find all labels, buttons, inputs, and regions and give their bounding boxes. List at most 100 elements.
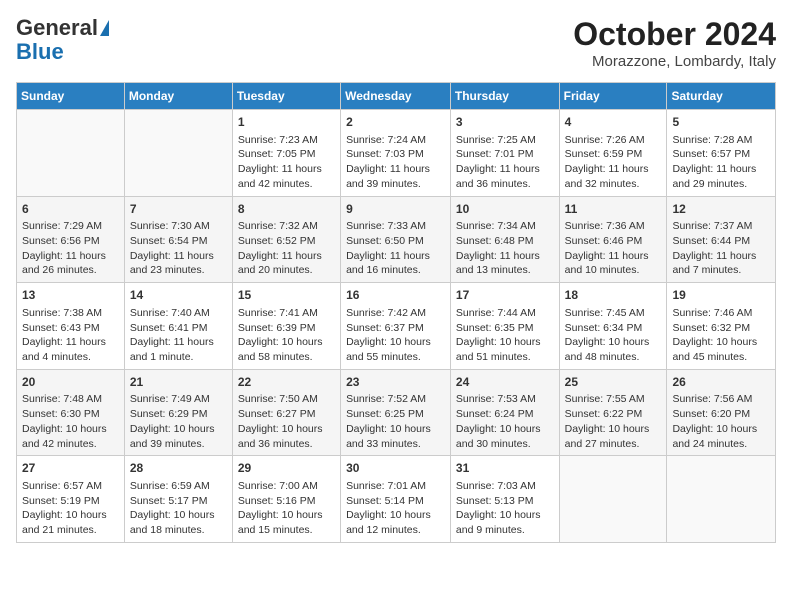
day-content: Sunset: 6:35 PM — [456, 321, 554, 336]
day-number: 28 — [130, 460, 227, 477]
day-number: 23 — [346, 374, 445, 391]
day-number: 21 — [130, 374, 227, 391]
calendar-cell: 19Sunrise: 7:46 AMSunset: 6:32 PMDayligh… — [667, 283, 776, 370]
day-content: Sunset: 6:46 PM — [565, 234, 662, 249]
day-content: Sunset: 5:14 PM — [346, 494, 445, 509]
weekday-header: Wednesday — [341, 83, 451, 110]
calendar-cell: 14Sunrise: 7:40 AMSunset: 6:41 PMDayligh… — [124, 283, 232, 370]
day-number: 13 — [22, 287, 119, 304]
calendar-cell: 13 Sunrise: 7:38 AMSunset: 6:43 PMDayligh… — [17, 283, 125, 370]
calendar-header-row: SundayMondayTuesdayWednesdayThursdayFrid… — [17, 83, 776, 110]
day-content: Daylight: 10 hours and 48 minutes. — [565, 335, 662, 364]
calendar-location: Morazzone, Lombardy, Italy — [573, 53, 776, 70]
day-number: 7 — [130, 201, 227, 218]
day-number: 15 — [238, 287, 335, 304]
day-number: 29 — [238, 460, 335, 477]
day-number: 3 — [456, 114, 554, 131]
day-content: Daylight: 10 hours and 15 minutes. — [238, 508, 335, 537]
day-content: Sunrise: 7:44 AM — [456, 306, 554, 321]
day-content: Sunrise: 7:28 AM — [672, 133, 770, 148]
calendar-cell: 15 Sunrise: 7:41 AMSunset: 6:39 PMDayligh… — [232, 283, 340, 370]
calendar-cell: 9Sunrise: 7:33 AMSunset: 6:50 PMDaylight… — [341, 196, 451, 283]
day-content: Sunset: 7:03 PM — [346, 147, 445, 162]
calendar-cell: 30Sunrise: 7:01 AMSunset: 5:14 PMDayligh… — [341, 456, 451, 543]
day-content: Daylight: 10 hours and 33 minutes. — [346, 422, 445, 451]
calendar-cell: 20Sunrise: 7:48 AMSunset: 6:30 PMDayligh… — [17, 369, 125, 456]
day-number: 26 — [672, 374, 770, 391]
day-number: 1 — [238, 114, 335, 131]
day-content: Sunrise: 7:38 AM — [22, 306, 119, 321]
calendar-cell: 7Sunrise: 7:30 AMSunset: 6:54 PMDaylight… — [124, 196, 232, 283]
calendar-cell — [559, 456, 667, 543]
day-content: Daylight: 10 hours and 58 minutes. — [238, 335, 335, 364]
day-number: 24 — [456, 374, 554, 391]
day-number: 10 — [456, 201, 554, 218]
weekday-header: Saturday — [667, 83, 776, 110]
day-content: Daylight: 11 hours and 13 minutes. — [456, 249, 554, 278]
day-content: Sunrise: 7:33 AM — [346, 219, 445, 234]
day-content: Sunset: 6:50 PM — [346, 234, 445, 249]
calendar-cell: 21Sunrise: 7:49 AMSunset: 6:29 PMDayligh… — [124, 369, 232, 456]
calendar-table: SundayMondayTuesdayWednesdayThursdayFrid… — [16, 82, 776, 543]
calendar-cell: 4Sunrise: 7:26 AMSunset: 6:59 PMDaylight… — [559, 110, 667, 197]
day-number: 12 — [672, 201, 770, 218]
logo-blue: Blue — [16, 40, 64, 64]
day-content: Sunset: 6:30 PM — [22, 407, 119, 422]
day-content: Sunset: 6:24 PM — [456, 407, 554, 422]
day-content: Sunset: 6:39 PM — [238, 321, 335, 336]
day-content: Sunset: 5:19 PM — [22, 494, 119, 509]
day-content: Sunrise: 7:49 AM — [130, 392, 227, 407]
calendar-cell: 2Sunrise: 7:24 AMSunset: 7:03 PMDaylight… — [341, 110, 451, 197]
weekday-header: Thursday — [450, 83, 559, 110]
day-content: Sunrise: 6:59 AM — [130, 479, 227, 494]
day-content: Sunset: 6:54 PM — [130, 234, 227, 249]
day-content: Sunset: 6:29 PM — [130, 407, 227, 422]
weekday-header: Sunday — [17, 83, 125, 110]
day-number: 16 — [346, 287, 445, 304]
day-content: Daylight: 11 hours and 1 minute. — [130, 335, 227, 364]
day-content: Sunset: 6:32 PM — [672, 321, 770, 336]
calendar-week-row: 13Sunrise: 7:38 AMSunset: 6:43 PMDayligh… — [17, 283, 776, 370]
day-content: Sunrise: 7:41 AM — [238, 306, 335, 321]
day-content: Sunrise: 7:55 AM — [565, 392, 662, 407]
day-content: Daylight: 11 hours and 42 minutes. — [238, 162, 335, 191]
day-content: Daylight: 11 hours and 4 minutes. — [22, 335, 119, 364]
day-content: Sunrise: 7:50 AM — [238, 392, 335, 407]
day-content: Sunset: 5:16 PM — [238, 494, 335, 509]
day-number: 22 — [238, 374, 335, 391]
calendar-cell: 24Sunrise: 7:53 AMSunset: 6:24 PMDayligh… — [450, 369, 559, 456]
day-number: 19 — [672, 287, 770, 304]
day-content: Daylight: 10 hours and 36 minutes. — [238, 422, 335, 451]
calendar-cell: 6Sunrise: 7:29 AMSunset: 6:56 PMDaylight… — [17, 196, 125, 283]
day-content: Sunset: 6:37 PM — [346, 321, 445, 336]
day-content: Sunrise: 7:25 AM — [456, 133, 554, 148]
day-content: Daylight: 11 hours and 23 minutes. — [130, 249, 227, 278]
day-content: Sunrise: 7:00 AM — [238, 479, 335, 494]
calendar-cell: 23Sunrise: 7:52 AMSunset: 6:25 PMDayligh… — [341, 369, 451, 456]
day-content: Sunrise: 7:24 AM — [346, 133, 445, 148]
calendar-cell: 18Sunrise: 7:45 AMSunset: 6:34 PMDayligh… — [559, 283, 667, 370]
day-content: Daylight: 10 hours and 9 minutes. — [456, 508, 554, 537]
calendar-cell: 11Sunrise: 7:36 AMSunset: 6:46 PMDayligh… — [559, 196, 667, 283]
day-content: Daylight: 11 hours and 29 minutes. — [672, 162, 770, 191]
day-content: Sunrise: 7:40 AM — [130, 306, 227, 321]
day-number: 27 — [22, 460, 119, 477]
day-content: Daylight: 10 hours and 55 minutes. — [346, 335, 445, 364]
day-content: Sunrise: 7:48 AM — [22, 392, 119, 407]
day-content: Sunset: 6:43 PM — [22, 321, 119, 336]
day-content: Sunrise: 7:03 AM — [456, 479, 554, 494]
day-content: Sunset: 6:57 PM — [672, 147, 770, 162]
day-content: Daylight: 10 hours and 42 minutes. — [22, 422, 119, 451]
day-content: Sunrise: 7:01 AM — [346, 479, 445, 494]
day-content: Sunrise: 7:34 AM — [456, 219, 554, 234]
day-content: Sunset: 5:17 PM — [130, 494, 227, 509]
day-content: Daylight: 11 hours and 7 minutes. — [672, 249, 770, 278]
day-content: Daylight: 10 hours and 27 minutes. — [565, 422, 662, 451]
day-content: Sunset: 7:01 PM — [456, 147, 554, 162]
day-content: Sunset: 6:25 PM — [346, 407, 445, 422]
day-content: Daylight: 10 hours and 12 minutes. — [346, 508, 445, 537]
logo: General Blue — [16, 16, 109, 64]
calendar-cell — [17, 110, 125, 197]
day-content: Sunrise: 7:37 AM — [672, 219, 770, 234]
calendar-cell — [124, 110, 232, 197]
